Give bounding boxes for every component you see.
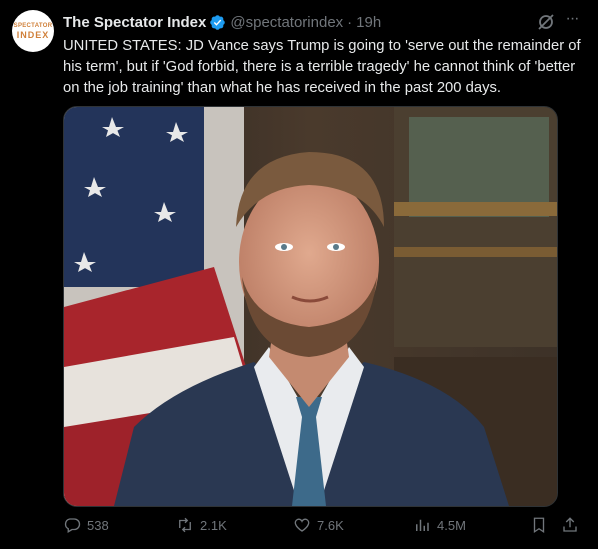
timestamp[interactable]: 19h [356, 14, 381, 31]
views-icon [416, 519, 429, 531]
author-name[interactable]: The Spectator Index [63, 14, 206, 31]
like-icon [294, 518, 310, 532]
author-handle[interactable]: @spectatorindex [230, 14, 343, 31]
reply-icon [64, 518, 81, 533]
tweet-text: UNITED STATES: JD Vance says Trump is go… [63, 38, 581, 96]
tweet-card[interactable]: SPECTATOR INDEX The Spectator Index @spe… [0, 0, 598, 549]
reply-count: 538 [87, 517, 109, 533]
tweet-photo[interactable] [63, 106, 558, 507]
share-button[interactable] [561, 516, 585, 534]
views-count: 4.5M [437, 517, 466, 533]
views-button[interactable]: 4.5M [413, 516, 466, 534]
avatar[interactable]: SPECTATOR INDEX [12, 10, 54, 52]
share-icon [563, 517, 577, 532]
verified-badge-icon[interactable] [209, 14, 226, 31]
bookmark-icon [533, 517, 545, 534]
more-icon[interactable]: ··· [561, 10, 583, 30]
repost-count: 2.1K [200, 517, 227, 533]
reply-button[interactable]: 538 [63, 516, 109, 534]
separator-dot: · [347, 13, 353, 31]
tweet-header: The Spectator Index @spectatorindex · 19… [63, 12, 381, 32]
bookmark-button[interactable] [530, 516, 554, 534]
action-bar: 538 2.1K 7.6K 4.5M [63, 516, 583, 538]
grok-icon[interactable] [536, 12, 556, 32]
portrait-image [64, 107, 557, 506]
repost-icon [179, 517, 191, 533]
repost-button[interactable]: 2.1K [176, 516, 227, 534]
avatar-text-bottom: INDEX [16, 29, 50, 40]
like-button[interactable]: 7.6K [293, 516, 344, 534]
like-count: 7.6K [317, 517, 344, 533]
avatar-text-top: SPECTATOR [13, 22, 53, 29]
